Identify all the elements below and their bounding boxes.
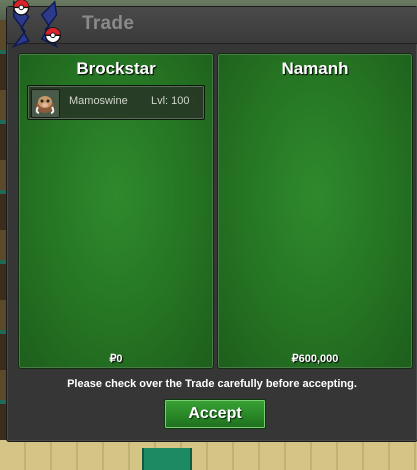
right-money-offer: ₽600,000 (291, 353, 339, 365)
mamoswine-sprite-icon (31, 89, 60, 118)
window-title: Trade (82, 13, 135, 34)
left-trade-panel: Brockstar Mamoswine Lvl: 100 ₽0 (18, 53, 214, 369)
item-name: Mamoswine (69, 95, 128, 107)
trade-notice: Please check over the Trade carefully be… (67, 378, 357, 390)
trade-logo-icon (11, 0, 61, 49)
game-background-pillar (142, 448, 192, 470)
item-level: Lvl: 100 (151, 95, 190, 107)
trade-window: Trade Brockstar Mamoswine Lvl: 100 ₽0 Na… (6, 6, 417, 442)
game-background-floor (0, 440, 417, 470)
right-trade-panel: Namanh ₽600,000 (217, 53, 413, 369)
left-money-offer: ₽0 (109, 353, 123, 365)
right-player-name: Namanh (281, 59, 349, 78)
trade-item-row[interactable]: Mamoswine Lvl: 100 (27, 85, 205, 120)
accept-button[interactable]: Accept (164, 399, 266, 429)
left-player-name: Brockstar (76, 59, 156, 78)
